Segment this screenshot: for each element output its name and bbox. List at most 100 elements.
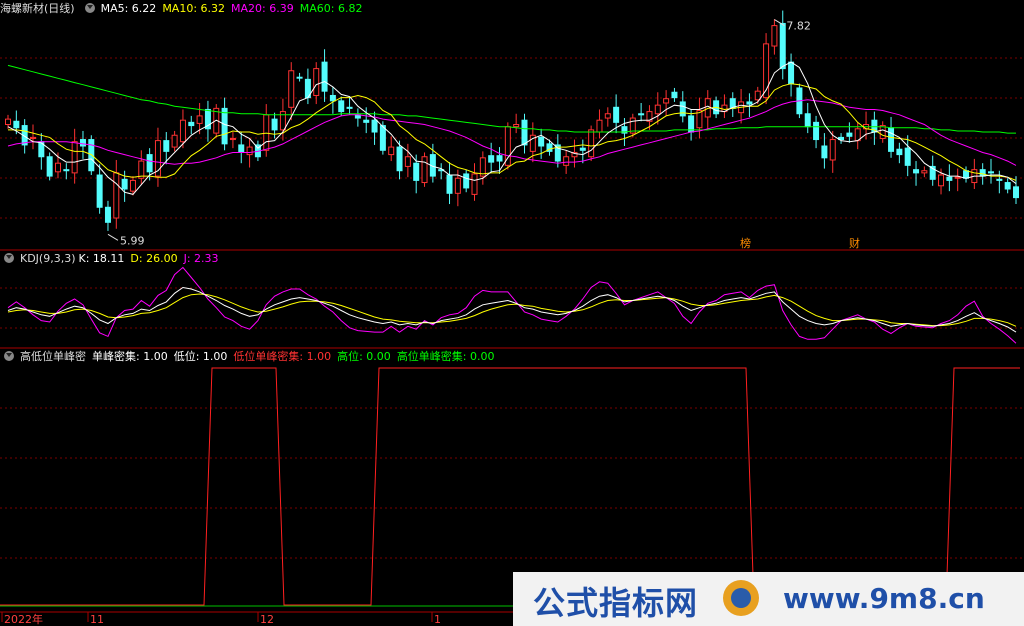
candle-body [121, 178, 128, 190]
candle-body [413, 162, 420, 181]
x-tick-label: 12 [260, 613, 274, 626]
candle-body [471, 173, 478, 195]
x-tick-label: 2022年 [4, 612, 43, 626]
ind-item: 低位: 1.00 [173, 350, 228, 363]
candle-body [513, 124, 520, 128]
main-header: 海螺新材(日线) MA5: 6.22 MA10: 6.32 MA20: 6.39 MA6… [0, 1, 368, 17]
dropdown-circle-icon[interactable] [4, 351, 14, 361]
candle-body [246, 146, 253, 156]
candle-body [946, 176, 953, 181]
candle-body [613, 106, 620, 123]
badge-rank: 榜 [740, 236, 751, 250]
candle-body [663, 98, 670, 104]
kdj-j-label: J: 2.33 [183, 252, 219, 265]
signal-line [0, 367, 1020, 606]
candle-body [46, 156, 53, 177]
watermark-url: www.9m8.cn [783, 582, 985, 615]
candle-body [788, 61, 795, 85]
candle-body [104, 206, 111, 223]
ma10-label: MA10: 6.32 [162, 2, 226, 15]
x-tick-label: 11 [90, 613, 104, 626]
dropdown-circle-icon[interactable] [84, 3, 95, 13]
ma20-label: MA20: 6.39 [231, 2, 294, 15]
candle-body [329, 94, 336, 102]
candle-body [604, 113, 611, 119]
candle-body [596, 119, 603, 133]
candle-body [113, 172, 120, 219]
stock-title: 海螺新材(日线) [0, 2, 75, 15]
ind-item: 高位单峰密集: 0.00 [396, 350, 495, 363]
candle-body [321, 61, 328, 92]
candle-body [579, 147, 586, 151]
candle-body [1004, 182, 1011, 190]
candle-body [754, 90, 761, 101]
candle-body [879, 125, 886, 139]
candle-body [171, 134, 178, 148]
candle-body [671, 91, 678, 99]
candle-body [821, 145, 828, 159]
candle-body [338, 100, 345, 113]
ma5-label: MA5: 6.22 [100, 2, 157, 15]
candle-body [388, 146, 395, 156]
candle-body [179, 119, 186, 143]
candle-body [904, 147, 911, 166]
candle-body [654, 104, 661, 115]
ind-item: 单峰密集: 1.00 [92, 350, 168, 363]
candle-body [363, 119, 370, 123]
watermark-logo-icon [723, 580, 759, 616]
ma60-label: MA60: 6.82 [299, 2, 363, 15]
watermark-banner: 公式指标网 www.9m8.cn [513, 572, 1024, 626]
candle-body [846, 132, 853, 137]
candle-body [679, 101, 686, 117]
candle-body [563, 156, 570, 166]
candle-body [238, 144, 245, 153]
kdj-d-line [7, 293, 1017, 327]
candle-body [229, 137, 236, 141]
candle-body [446, 174, 453, 194]
candle-body [771, 25, 778, 47]
candle-body [63, 169, 70, 172]
candle-body [29, 136, 36, 139]
ind-item: 低位单峰密集: 1.00 [233, 350, 332, 363]
candle-body [396, 146, 403, 172]
candle-body [288, 70, 295, 108]
candle-body [129, 179, 136, 192]
candle-body [421, 156, 428, 184]
candle-body [521, 119, 528, 146]
kdj-k-label: K: 18.11 [78, 252, 125, 265]
candle-body [938, 174, 945, 187]
candle-body [188, 121, 195, 127]
kdj-d-label: D: 26.00 [130, 252, 178, 265]
indicator-header: 高低位单峰密 单峰密集: 1.00 低位: 1.00 低位单峰密集: 1.00 高位: … [0, 349, 501, 365]
dropdown-circle-icon[interactable] [4, 253, 14, 263]
candle-body [829, 139, 836, 161]
candle-body [271, 118, 278, 131]
watermark-text: 公式指标网 [533, 584, 699, 622]
x-tick-label: 1 [434, 613, 441, 626]
ma60-line [7, 64, 1016, 134]
badge-finance: 财 [849, 236, 860, 250]
candle-body [313, 68, 320, 96]
candle-body [896, 148, 903, 156]
kdj-header: KDJ(9,3,3) K: 18.11 D: 26.00 J: 2.33 [0, 251, 225, 267]
candle-body [988, 171, 995, 174]
indicator-title: 高低位单峰密 [20, 350, 86, 363]
candle-body [79, 139, 86, 147]
candle-body [488, 155, 495, 163]
candle-body [5, 118, 11, 125]
candle-body [379, 125, 386, 151]
candle-body [813, 121, 820, 141]
candle-body [71, 141, 78, 174]
kdj-title: KDJ(9,3,3) [20, 252, 76, 265]
ind-item: 高位: 0.00 [337, 350, 391, 363]
candle-body [221, 107, 228, 145]
candle-body [804, 113, 811, 128]
candle-body [538, 136, 545, 147]
candle-body [263, 114, 270, 151]
candle-body [404, 156, 411, 167]
candle-body [979, 169, 986, 177]
candle-body [779, 22, 786, 70]
candle-body [963, 170, 970, 179]
stock-chart-terminal: 7.82 5.99 榜 财 2022年 11 12 1 海螺新材(日线) MA5: 6.22 MA… [0, 0, 1024, 626]
candle-body [346, 106, 353, 109]
